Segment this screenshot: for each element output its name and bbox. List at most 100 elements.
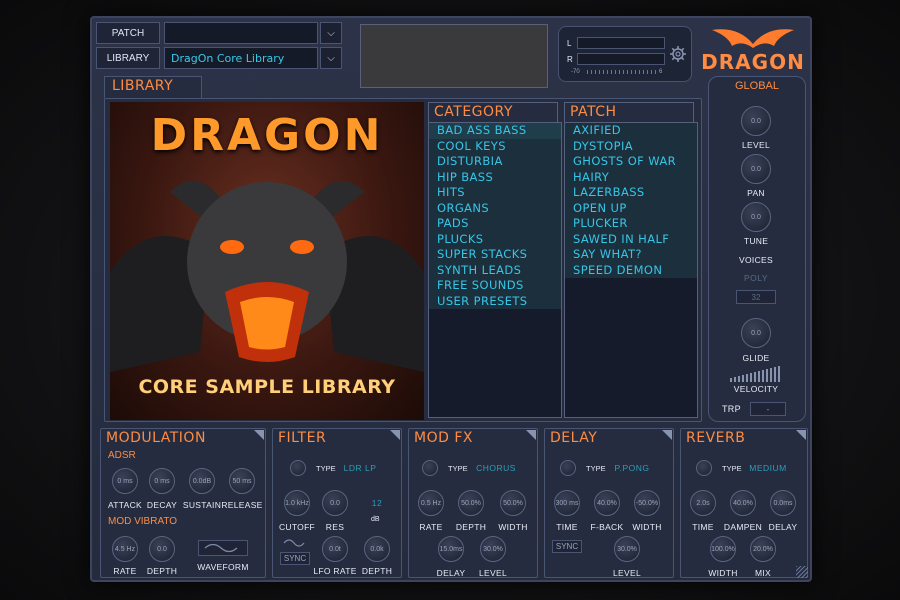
patch-item[interactable]: SPEED DEMON bbox=[565, 262, 697, 278]
delay-time-knob[interactable]: 300 ms bbox=[554, 490, 580, 516]
tune-knob[interactable]: 0.0 bbox=[741, 202, 771, 232]
delay-type-value[interactable]: P.PONG bbox=[610, 463, 654, 473]
glide-knob[interactable]: 0.0 bbox=[741, 318, 771, 348]
resize-grip-icon[interactable] bbox=[796, 566, 808, 578]
lfo-rate-knob[interactable]: 0.0t bbox=[322, 536, 348, 562]
trp-label: TRP bbox=[722, 404, 741, 414]
modfx-type-knob[interactable] bbox=[422, 460, 438, 476]
modfx-width-knob[interactable]: 50.0% bbox=[500, 490, 526, 516]
category-item[interactable]: SUPER STACKS bbox=[429, 247, 561, 263]
release-knob[interactable]: 50 ms bbox=[229, 468, 255, 494]
delay-fback-knob[interactable]: 40.0% bbox=[594, 490, 620, 516]
patch-item[interactable]: SAY WHAT? bbox=[565, 247, 697, 263]
category-item[interactable]: DISTURBIA bbox=[429, 154, 561, 170]
reverb-mix-label: MIX bbox=[754, 568, 771, 578]
patch-item[interactable]: DYSTOPIA bbox=[565, 138, 697, 154]
modfx-rate-knob[interactable]: 0.5 Hz bbox=[418, 490, 444, 516]
level-value: 0.0 bbox=[751, 117, 761, 125]
patch-list: AXIFIED DYSTOPIA GHOSTS OF WAR HAIRY LAZERBA… bbox=[564, 122, 698, 418]
patch-label: PATCH bbox=[96, 22, 160, 44]
patch-item[interactable]: AXIFIED bbox=[565, 123, 697, 139]
category-item[interactable]: ORGANS bbox=[429, 200, 561, 216]
reverb-title: REVERB bbox=[686, 430, 746, 446]
filter-type-value[interactable]: LDR LP bbox=[340, 463, 380, 473]
decay-value: 0 ms bbox=[154, 477, 170, 485]
reverb-delay-knob[interactable]: 0.0ms bbox=[770, 490, 796, 516]
reverb-type-label: TYPE bbox=[722, 464, 742, 473]
reverb-dampen-knob[interactable]: 40.0% bbox=[730, 490, 756, 516]
filter-depth-knob[interactable]: 0.0k bbox=[364, 536, 390, 562]
pan-knob[interactable]: 0.0 bbox=[741, 154, 771, 184]
cutoff-knob[interactable]: 1.0 kHz bbox=[284, 490, 310, 516]
modfx-type-value[interactable]: CHORUS bbox=[472, 463, 520, 473]
lfo-wave-icon[interactable] bbox=[282, 536, 308, 548]
filter-corner bbox=[390, 430, 400, 440]
category-item[interactable]: BAD ASS BASS bbox=[429, 123, 561, 139]
reverb-mix-value: 20.0% bbox=[753, 545, 773, 553]
modfx-level-knob[interactable]: 30.0% bbox=[480, 536, 506, 562]
filter-slope-value[interactable]: 12 bbox=[366, 498, 388, 508]
reverb-time-value: 2.0s bbox=[696, 499, 710, 507]
library-field[interactable]: DragOn Core Library bbox=[164, 47, 318, 69]
delay-width-knob[interactable]: -50.0% bbox=[634, 490, 660, 516]
category-item[interactable]: PADS bbox=[429, 216, 561, 232]
voices-mode[interactable]: POLY bbox=[736, 273, 776, 283]
trp-field[interactable]: - bbox=[750, 402, 786, 416]
decay-knob[interactable]: 0 ms bbox=[149, 468, 175, 494]
modfx-depth-knob[interactable]: 50.0% bbox=[458, 490, 484, 516]
category-header bbox=[428, 102, 558, 122]
brand-logo: DRAGON bbox=[698, 22, 808, 82]
patch-item[interactable]: HAIRY bbox=[565, 169, 697, 185]
attack-knob[interactable]: 0 ms bbox=[112, 468, 138, 494]
pan-value: 0.0 bbox=[751, 165, 761, 173]
category-item[interactable]: COOL KEYS bbox=[429, 138, 561, 154]
reverb-type-value[interactable]: MEDIUM bbox=[746, 463, 790, 473]
filter-sync-button[interactable]: SYNC bbox=[280, 552, 310, 565]
level-knob[interactable]: 0.0 bbox=[741, 106, 771, 136]
reverb-width-knob[interactable]: 100.0% bbox=[710, 536, 736, 562]
patch-item[interactable]: GHOSTS OF WAR bbox=[565, 154, 697, 170]
vibrato-depth-value: 0.0 bbox=[157, 545, 167, 553]
gear-icon[interactable] bbox=[669, 45, 687, 63]
delay-sync-button[interactable]: SYNC bbox=[552, 540, 582, 553]
lfo-rate-value: 0.0t bbox=[329, 545, 341, 553]
vibrato-depth-knob[interactable]: 0.0 bbox=[149, 536, 175, 562]
artwork-caption: CORE SAMPLE LIBRARY bbox=[138, 376, 396, 398]
category-item[interactable]: FREE SOUNDS bbox=[429, 278, 561, 294]
reverb-type-knob[interactable] bbox=[696, 460, 712, 476]
res-knob[interactable]: 0.0 bbox=[322, 490, 348, 516]
delay-type-label: TYPE bbox=[586, 464, 606, 473]
reverb-mix-knob[interactable]: 20.0% bbox=[750, 536, 776, 562]
category-item[interactable]: PLUCKS bbox=[429, 231, 561, 247]
category-item[interactable]: HIP BASS bbox=[429, 169, 561, 185]
waveform-selector[interactable] bbox=[198, 540, 248, 556]
res-value: 0.0 bbox=[330, 499, 340, 507]
category-list: BAD ASS BASS COOL KEYS DISTURBIA HIP BASS HI… bbox=[428, 122, 562, 418]
patch-field[interactable] bbox=[164, 22, 318, 44]
patch-item[interactable]: PLUCKER bbox=[565, 216, 697, 232]
reverb-delay-value: 0.0ms bbox=[773, 499, 793, 507]
delay-width-label: WIDTH bbox=[632, 522, 662, 532]
library-dropdown-button[interactable]: ⌵ bbox=[320, 47, 342, 69]
delay-level-knob[interactable]: 30.0% bbox=[614, 536, 640, 562]
patch-dropdown-button[interactable]: ⌵ bbox=[320, 22, 342, 44]
reverb-time-knob[interactable]: 2.0s bbox=[690, 490, 716, 516]
category-item[interactable]: SYNTH LEADS bbox=[429, 262, 561, 278]
modfx-width-label: WIDTH bbox=[498, 522, 528, 532]
category-item[interactable]: USER PRESETS bbox=[429, 293, 561, 309]
filter-type-knob[interactable] bbox=[290, 460, 306, 476]
voices-count[interactable]: 32 bbox=[736, 290, 776, 304]
delay-fback-value: 40.0% bbox=[597, 499, 617, 507]
modfx-rate-value: 0.5 Hz bbox=[420, 499, 442, 507]
patch-item[interactable]: LAZERBASS bbox=[565, 185, 697, 201]
meter-scale-low: -70 bbox=[571, 69, 580, 75]
patch-item[interactable]: SAWED IN HALF bbox=[565, 231, 697, 247]
filter-slope-label: dB bbox=[371, 516, 380, 523]
category-item[interactable]: HITS bbox=[429, 185, 561, 201]
velocity-curve[interactable] bbox=[728, 364, 784, 382]
modfx-delay-knob[interactable]: 15.0ms bbox=[438, 536, 464, 562]
vibrato-rate-knob[interactable]: 4.5 Hz bbox=[112, 536, 138, 562]
sustain-knob[interactable]: 0.0dB bbox=[189, 468, 215, 494]
delay-type-knob[interactable] bbox=[560, 460, 576, 476]
patch-item[interactable]: OPEN UP bbox=[565, 200, 697, 216]
